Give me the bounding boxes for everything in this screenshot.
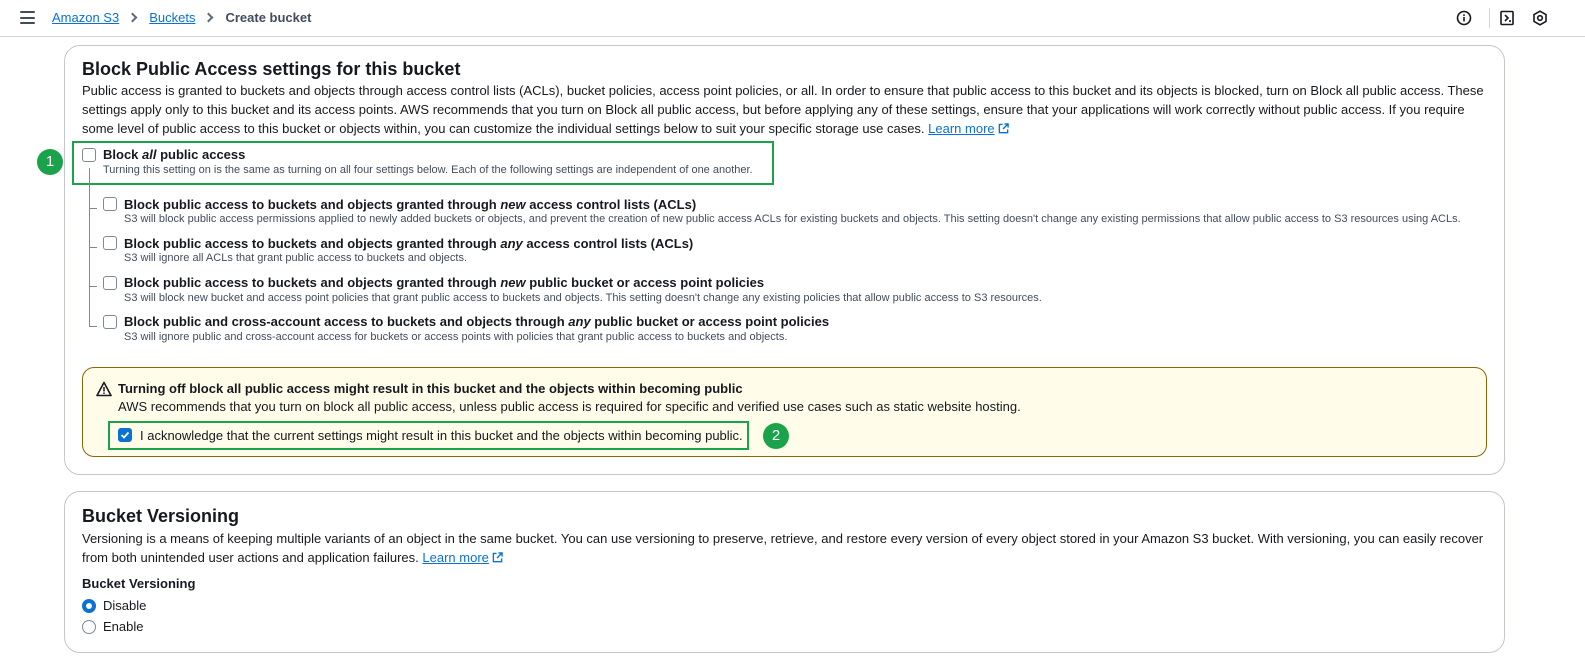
bucket-versioning-title: Bucket Versioning — [82, 506, 240, 526]
block-new-policies-label: Block public access to buckets and objec… — [124, 275, 765, 290]
breadcrumb-buckets[interactable]: Buckets — [149, 10, 195, 25]
warning-icon — [96, 381, 112, 397]
breadcrumb-current: Create bucket — [225, 10, 312, 25]
block-new-acls-checkbox[interactable] — [103, 197, 117, 211]
versioning-enable-label: Enable — [103, 619, 144, 634]
block-new-policies-description: S3 will block new bucket and access poin… — [124, 292, 1042, 304]
block-public-access-title: Block Public Access settings for this bu… — [82, 59, 461, 79]
tree-branch — [89, 326, 97, 327]
menu-icon[interactable] — [20, 11, 35, 24]
external-link-icon — [492, 552, 503, 563]
bucket-versioning-panel — [64, 491, 1505, 653]
block-cross-account-description: S3 will ignore public and cross-account … — [124, 331, 788, 343]
step-marker-2: 2 — [763, 423, 789, 449]
learn-more-link[interactable]: Learn more — [928, 121, 1009, 136]
versioning-disable-label: Disable — [103, 598, 147, 613]
warning-title: Turning off block all public access migh… — [118, 381, 743, 396]
step-marker-1: 1 — [37, 149, 63, 175]
warning-description: AWS recommends that you turn on block al… — [118, 399, 1021, 414]
acknowledge-checkbox[interactable] — [118, 428, 132, 442]
settings-icon[interactable] — [1532, 10, 1548, 26]
block-all-public-access-checkbox[interactable] — [82, 148, 96, 162]
chevron-right-icon — [204, 12, 214, 23]
info-icon[interactable] — [1456, 10, 1472, 26]
breadcrumb: Amazon S3 Buckets Create bucket — [52, 10, 311, 25]
bucket-versioning-description: Versioning is a means of keeping multipl… — [82, 531, 1484, 565]
block-cross-account-checkbox[interactable] — [103, 315, 117, 329]
chevron-right-icon — [127, 12, 138, 23]
block-all-public-access-description: Turning this setting on is the same as t… — [103, 164, 753, 176]
bucket-versioning-label: Bucket Versioning — [82, 576, 196, 591]
feedback-icon[interactable] — [1499, 10, 1515, 26]
block-all-public-access-label: Block all public access — [103, 147, 246, 162]
block-new-policies-checkbox[interactable] — [103, 276, 117, 290]
checkmark-icon — [120, 431, 130, 439]
block-cross-account-label: Block public and cross-account access to… — [124, 314, 830, 329]
external-link-icon — [998, 123, 1009, 134]
versioning-disable-radio[interactable] — [82, 599, 96, 613]
tree-branch — [89, 286, 97, 287]
versioning-learn-more-link[interactable]: Learn more — [422, 550, 503, 565]
toolbar-divider — [1489, 8, 1490, 28]
block-any-acls-checkbox[interactable] — [103, 236, 117, 250]
tree-branch — [89, 247, 97, 248]
tree-branch — [89, 208, 97, 209]
breadcrumb-amazon-s3[interactable]: Amazon S3 — [52, 10, 119, 25]
block-new-acls-label: Block public access to buckets and objec… — [124, 197, 697, 212]
block-any-acls-description: S3 will ignore all ACLs that grant publi… — [124, 252, 468, 264]
versioning-enable-radio[interactable] — [82, 620, 96, 634]
block-public-access-description: Public access is granted to buckets and … — [82, 83, 1484, 136]
block-new-acls-description: S3 will block public access permissions … — [124, 213, 1461, 225]
acknowledge-label: I acknowledge that the current settings … — [140, 428, 743, 443]
top-navigation-bar: Amazon S3 Buckets Create bucket — [0, 0, 1585, 37]
block-any-acls-label: Block public access to buckets and objec… — [124, 236, 694, 251]
